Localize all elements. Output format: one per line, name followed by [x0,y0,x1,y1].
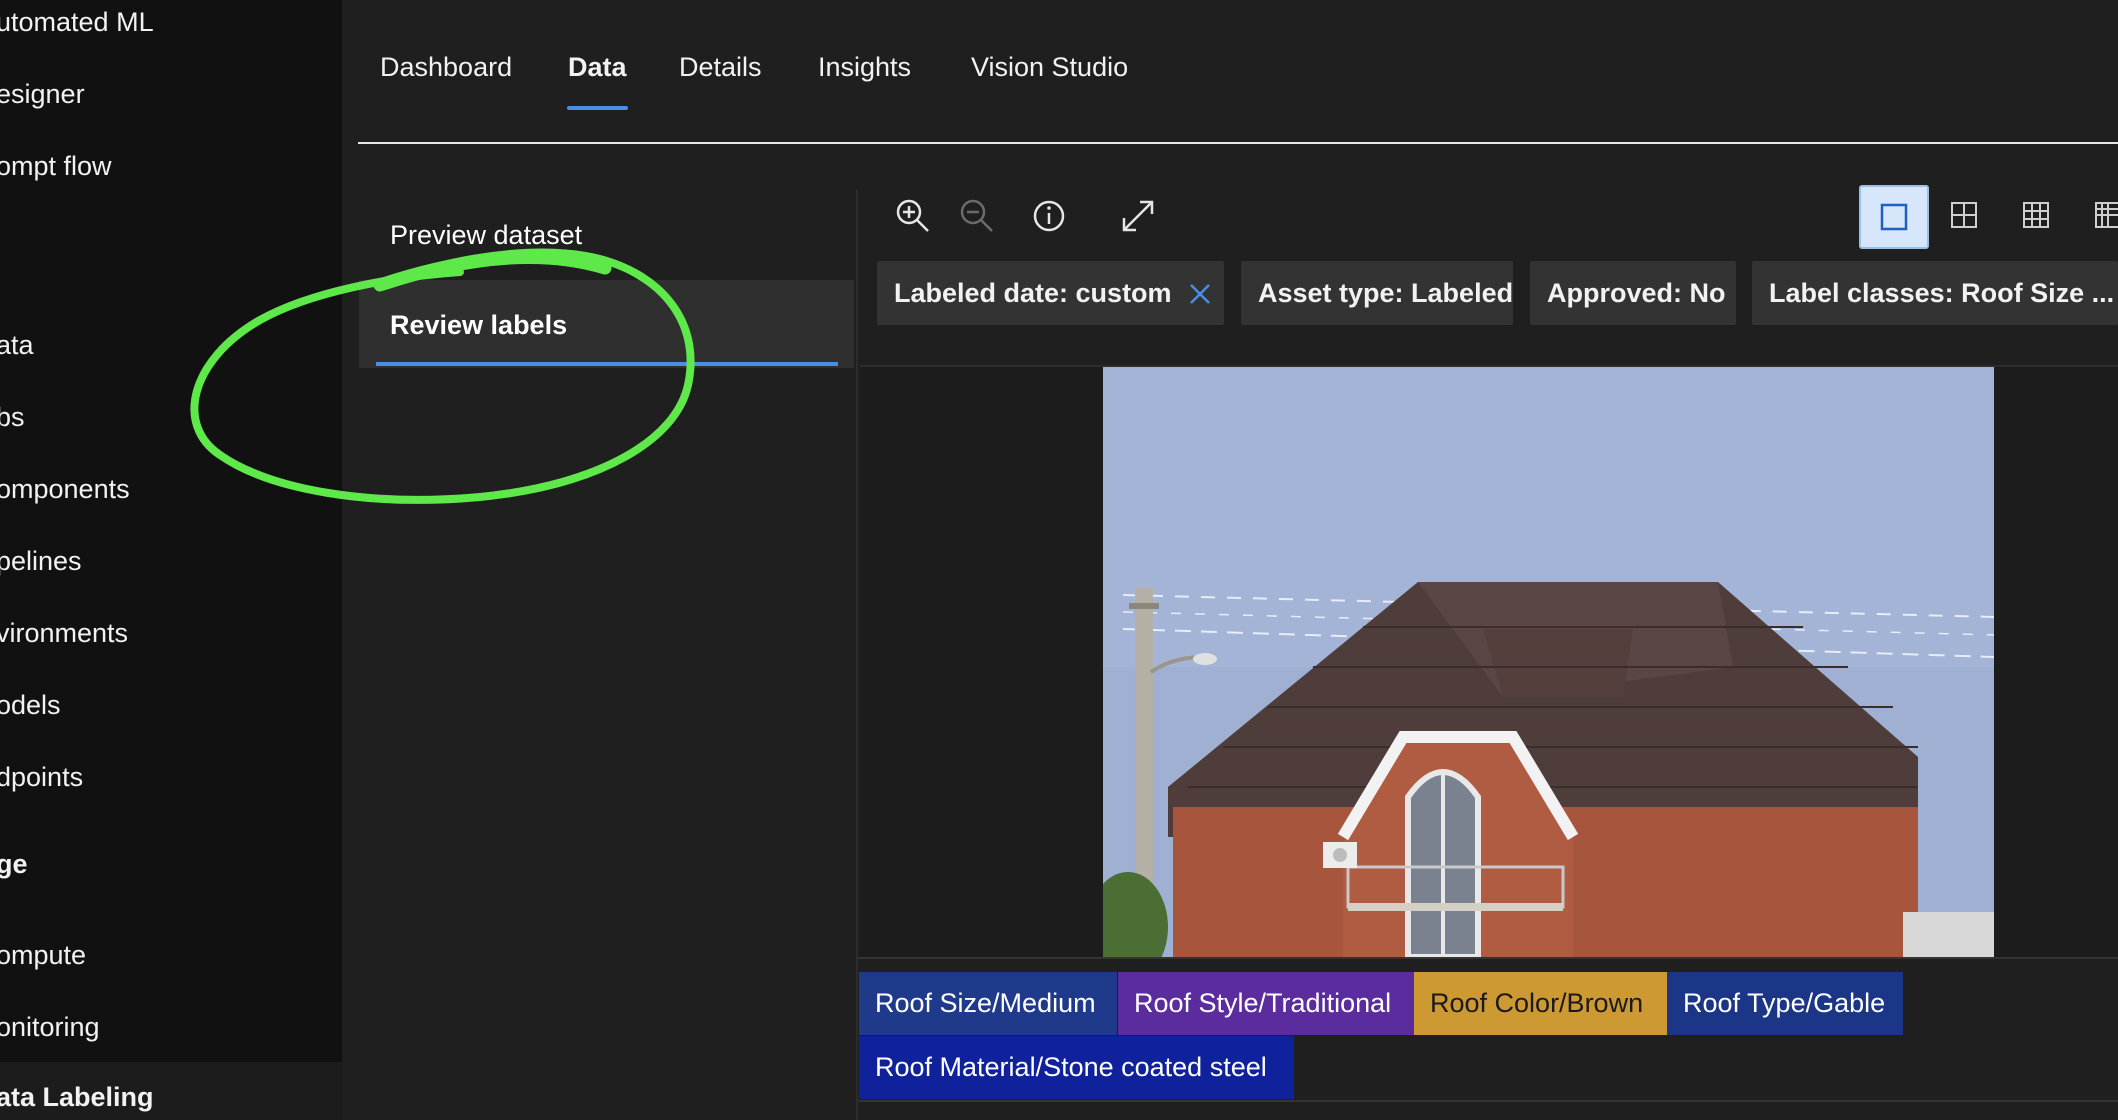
image-viewer [860,365,2118,959]
tag-roof-color-brown: Roof Color/Brown [1414,972,1667,1035]
sidebar-item-compute[interactable]: ompute [0,940,86,971]
close-icon[interactable] [1187,281,1213,307]
panel-divider [856,190,858,1120]
sidebar-item-data-labeling-label: ata Labeling [0,1082,154,1112]
subnav-review-labels[interactable]: Review labels [359,280,854,368]
sidebar-item-automated-ml[interactable]: utomated ML [0,7,154,38]
filter-chip-approved-label: Approved: No [1547,278,1726,308]
sidebar-item-data-labeling[interactable]: ata Labeling [0,1062,342,1120]
house-photo [1103,367,1994,957]
tab-insights[interactable]: Insights [818,52,911,83]
view-grid-3x3-button[interactable] [2003,185,2073,249]
sidebar-item-jobs[interactable]: bs [0,402,25,433]
sidebar-item-models[interactable]: odels [0,690,61,721]
zoom-out-icon[interactable] [957,196,997,236]
tab-vision-studio[interactable]: Vision Studio [971,52,1128,83]
tag-roof-style-traditional: Roof Style/Traditional [1118,972,1414,1035]
sidebar-item-endpoints[interactable]: dpoints [0,762,83,793]
image-viewer-bottom-border [858,957,2118,959]
filter-chip-labeled-date-label: Labeled date: custom [894,278,1172,308]
view-grid-2x2-button[interactable] [1931,185,2001,249]
sidebar-item-pipelines[interactable]: pelines [0,546,82,577]
tag-roof-size-medium: Roof Size/Medium [859,972,1117,1035]
tag-roof-color-brown-label: Roof Color/Brown [1430,988,1644,1018]
left-sidebar: utomated ML esigner ompt flow ata bs omp… [0,0,342,1120]
sidebar-item-designer[interactable]: esigner [0,79,85,110]
tag-roof-material-stone-coated-steel-label: Roof Material/Stone coated steel [875,1052,1267,1082]
grid-4x4-icon [2095,202,2118,228]
subnav-review-labels-label: Review labels [390,310,568,340]
subnav-preview-dataset-label: Preview dataset [390,220,583,250]
tag-roof-style-traditional-label: Roof Style/Traditional [1134,988,1392,1018]
single-view-icon [1880,203,1908,231]
sidebar-item-environments[interactable]: vironments [0,618,128,649]
tag-roof-size-medium-label: Roof Size/Medium [875,988,1096,1018]
view-grid-4x4-button[interactable] [2075,185,2118,249]
sidebar-section-manage: ge [0,849,28,879]
filter-chip-labeled-date[interactable]: Labeled date: custom [877,261,1224,325]
subnav-preview-dataset[interactable]: Preview dataset [359,207,854,269]
tag-roof-type-gable-label: Roof Type/Gable [1683,988,1886,1018]
subnav-review-labels-underline [376,362,838,366]
zoom-in-icon[interactable] [893,196,933,236]
grid-3x3-icon [2023,202,2049,228]
tab-data[interactable]: Data [568,52,627,83]
filter-chip-asset-type-label: Asset type: Labeled [1258,278,1514,308]
sidebar-item-components[interactable]: omponents [0,474,130,505]
grid-2x2-icon [1951,202,1977,228]
filter-chip-label-classes[interactable]: Label classes: Roof Size ... [1752,261,2118,325]
filter-chip-asset-type[interactable]: Asset type: Labeled [1241,261,1513,325]
sidebar-item-monitoring[interactable]: onitoring [0,1012,100,1043]
tab-data-underline [567,106,628,110]
view-single-button[interactable] [1859,185,1929,249]
info-icon[interactable] [1029,196,1069,236]
tag-roof-type-gable: Roof Type/Gable [1667,972,1903,1035]
sidebar-item-prompt-flow[interactable]: ompt flow [0,151,112,182]
tab-dashboard[interactable]: Dashboard [380,52,512,83]
sidebar-item-data[interactable]: ata [0,330,34,361]
tag-roof-material-stone-coated-steel: Roof Material/Stone coated steel [859,1036,1294,1099]
filter-chip-label-classes-label: Label classes: Roof Size ... [1769,278,2115,308]
tab-details[interactable]: Details [679,52,762,83]
expand-icon[interactable] [1118,196,1158,236]
filter-chip-approved[interactable]: Approved: No [1530,261,1736,325]
tags-bottom-border [858,1100,2118,1102]
